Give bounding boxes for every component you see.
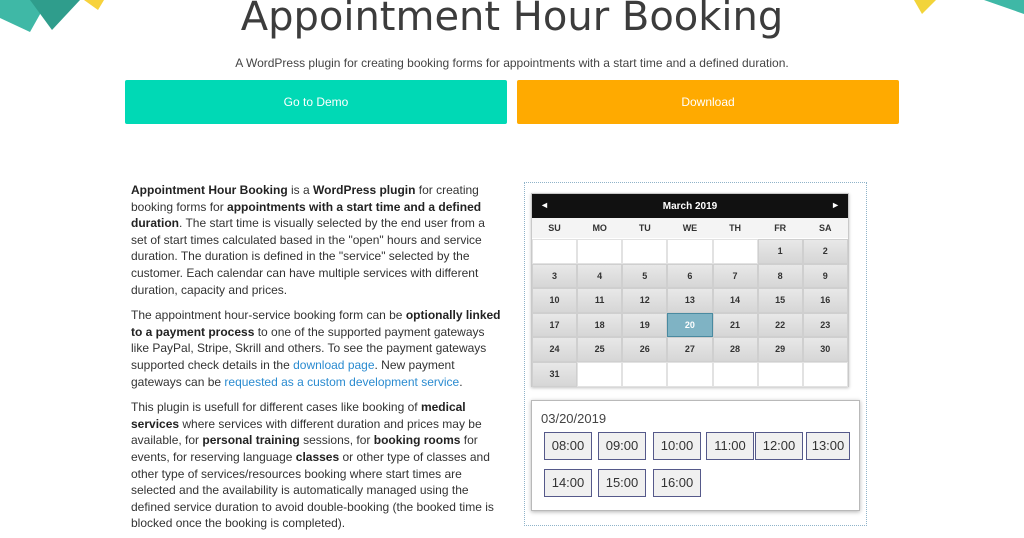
inline-link[interactable]: requested as a custom development servic… bbox=[224, 375, 459, 389]
calendar-day[interactable]: 15 bbox=[757, 288, 803, 313]
bold-text: personal training bbox=[202, 433, 300, 448]
calendar-day[interactable]: 13 bbox=[667, 288, 713, 313]
bold-text: Appointment Hour Booking bbox=[131, 183, 288, 197]
calendar-empty-cell bbox=[757, 361, 803, 387]
day-of-week-label: MO bbox=[592, 223, 607, 233]
selected-date-label: 03/20/2019 bbox=[541, 411, 607, 426]
time-slot-button[interactable]: 13:00 bbox=[806, 432, 850, 460]
calendar-day[interactable]: 27 bbox=[667, 337, 713, 362]
calendar-empty-cell bbox=[622, 361, 668, 387]
calendar-day-grid: 1 2 3 4 5 6 7 8 9 10 11 12 13 14 15 16 17 18 19 20 21 22 23 24 2… bbox=[532, 239, 848, 387]
calendar-day[interactable]: 31 bbox=[532, 361, 578, 387]
time-slot-button[interactable]: 09:00 bbox=[598, 432, 646, 460]
paragraph-text: . bbox=[459, 374, 463, 389]
calendar-day[interactable]: 1 bbox=[757, 239, 803, 264]
download-button[interactable]: Download bbox=[517, 80, 899, 124]
calendar-week-row: 10 11 12 13 14 15 16 bbox=[532, 288, 848, 313]
day-of-week-label: TH bbox=[729, 223, 742, 233]
paragraph-text: This plugin is usefull for different cas… bbox=[131, 400, 421, 415]
next-month-icon[interactable]: ► bbox=[831, 200, 840, 210]
calendar-week-row: 24 25 26 27 28 29 30 bbox=[532, 337, 848, 362]
calendar-week-row: 3456789 bbox=[532, 263, 848, 289]
calendar-empty-cell bbox=[577, 239, 623, 264]
bold-text: booking rooms bbox=[373, 433, 461, 448]
calendar-day[interactable]: 19 bbox=[622, 312, 668, 338]
calendar-week-row: 17 18 19 20 21 22 23 bbox=[532, 312, 848, 338]
bold-text: classes bbox=[295, 449, 340, 464]
calendar-day[interactable]: 14 bbox=[712, 288, 758, 313]
paragraph-text: sessions, for bbox=[299, 433, 374, 448]
day-of-week-label: SU bbox=[548, 223, 561, 233]
time-slots-panel: 03/20/2019 08:00 09:00 10:00 11:00 12:00 13:0… bbox=[531, 400, 860, 511]
page-subtitle: A WordPress plugin for creating booking … bbox=[235, 56, 789, 70]
calendar-week-row: 31 bbox=[532, 361, 848, 387]
calendar-day[interactable]: 4 bbox=[577, 263, 623, 289]
calendar-day[interactable]: 5 bbox=[622, 263, 668, 289]
calendar-day[interactable]: 3 bbox=[532, 263, 578, 289]
calendar-day[interactable]: 7 bbox=[712, 263, 758, 289]
date-picker-calendar: ◄ March 2019 ► SU MO TU WE TH FR SA 1234567891… bbox=[531, 193, 849, 387]
calendar-empty-cell bbox=[802, 361, 848, 387]
day-of-week-label: TU bbox=[638, 223, 651, 233]
calendar-empty-cell bbox=[622, 239, 668, 264]
calendar-day[interactable]: 2 bbox=[802, 239, 848, 264]
calendar-day[interactable]: 28 bbox=[712, 337, 758, 362]
description-paragraph-1: Appointment Hour Booking is a WordPress … bbox=[131, 182, 501, 298]
calendar-day[interactable]: 10 bbox=[532, 288, 578, 313]
days-of-week-row: SU MO TU WE TH FR SA bbox=[532, 218, 848, 238]
go-to-demo-button[interactable]: Go to Demo bbox=[125, 80, 507, 124]
time-slot-button[interactable]: 14:00 bbox=[544, 469, 592, 497]
time-slot-button[interactable]: 10:00 bbox=[653, 432, 701, 460]
calendar-empty-cell bbox=[577, 361, 623, 387]
calendar-empty-cell bbox=[712, 239, 758, 264]
page-title: Appointment Hour Booking bbox=[240, 0, 784, 40]
calendar-empty-cell bbox=[712, 361, 758, 387]
paragraph-text: The appointment hour-service booking for… bbox=[131, 308, 406, 323]
calendar-day[interactable]: 11 bbox=[577, 288, 623, 313]
calendar-day[interactable]: 16 bbox=[802, 288, 848, 313]
calendar-day[interactable]: 23 bbox=[802, 312, 848, 338]
calendar-day[interactable]: 30 bbox=[802, 337, 848, 362]
plugin-description: Appointment Hour Booking is a WordPress … bbox=[131, 182, 501, 538]
calendar-day[interactable]: 9 bbox=[802, 263, 848, 289]
time-slot-button[interactable]: 11:00 bbox=[706, 432, 754, 460]
paragraph-text: is a bbox=[287, 183, 313, 197]
time-slot-button[interactable]: 12:00 bbox=[755, 432, 803, 460]
calendar-day[interactable]: 26 bbox=[622, 337, 668, 362]
calendar-day[interactable]: 25 bbox=[577, 337, 623, 362]
time-slot-button[interactable]: 08:00 bbox=[544, 432, 592, 460]
calendar-day-selected[interactable]: 20 bbox=[667, 312, 713, 338]
calendar-header: ◄ March 2019 ► bbox=[532, 194, 848, 218]
calendar-month-label: March 2019 bbox=[662, 201, 718, 212]
calendar-day[interactable]: 24 bbox=[532, 337, 578, 362]
calendar-empty-cell bbox=[667, 239, 713, 264]
calendar-empty-cell bbox=[532, 239, 578, 264]
description-paragraph-2: The appointment hour-service booking for… bbox=[131, 307, 501, 390]
calendar-empty-cell bbox=[667, 361, 713, 387]
paragraph-text: . The start time is visually selected by… bbox=[131, 216, 485, 297]
calendar-day[interactable]: 6 bbox=[667, 263, 713, 289]
calendar-day[interactable]: 12 bbox=[622, 288, 668, 313]
calendar-day[interactable]: 17 bbox=[532, 312, 578, 338]
time-slot-button[interactable]: 16:00 bbox=[653, 469, 701, 497]
calendar-day[interactable]: 21 bbox=[712, 312, 758, 338]
day-of-week-label: FR bbox=[774, 223, 787, 233]
calendar-day[interactable]: 8 bbox=[757, 263, 803, 289]
inline-link[interactable]: download page bbox=[293, 358, 374, 372]
day-of-week-label: SA bbox=[819, 223, 832, 233]
time-slot-button[interactable]: 15:00 bbox=[598, 469, 646, 497]
calendar-week-row: 12 bbox=[532, 239, 848, 264]
calendar-day[interactable]: 22 bbox=[757, 312, 803, 338]
calendar-day[interactable]: 29 bbox=[757, 337, 803, 362]
calendar-day[interactable]: 18 bbox=[577, 312, 623, 338]
day-of-week-label: WE bbox=[682, 223, 698, 233]
description-paragraph-3: This plugin is usefull for different cas… bbox=[131, 399, 501, 532]
bold-text: WordPress plugin bbox=[313, 183, 416, 197]
